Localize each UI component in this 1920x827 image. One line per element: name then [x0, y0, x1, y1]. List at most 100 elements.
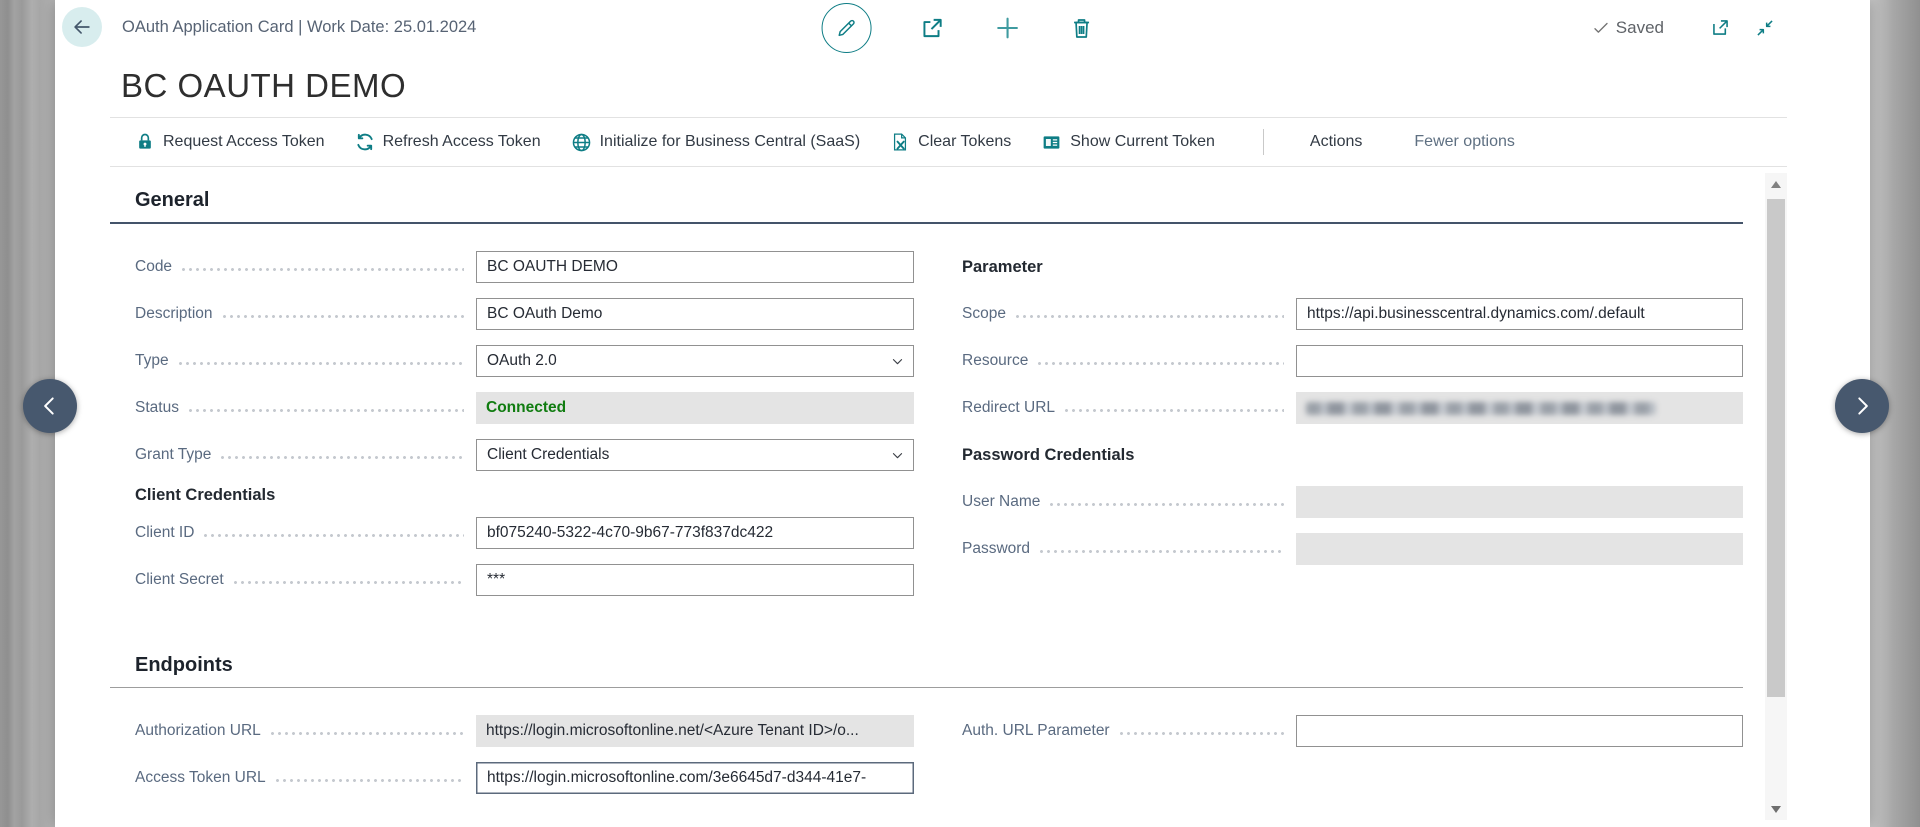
field-authorization-url: Authorization URL https://login.microsof…	[135, 715, 914, 747]
clear-tokens-action[interactable]: Clear Tokens	[890, 132, 1011, 152]
dotted-leader	[1050, 503, 1284, 506]
collapse-page-button[interactable]	[1755, 18, 1775, 38]
action-label: Initialize for Business Central (SaaS)	[600, 133, 861, 151]
scrollbar-up-arrow[interactable]	[1765, 175, 1787, 193]
type-select[interactable]: OAuth 2.0	[476, 345, 914, 377]
status-field: Connected	[476, 392, 914, 424]
user-name-label: User Name	[962, 493, 1040, 511]
back-button[interactable]	[62, 7, 102, 47]
client-secret-label: Client Secret	[135, 571, 224, 589]
field-status: Status Connected	[135, 392, 914, 424]
field-access-token-url: Access Token URL https://login.microsoft…	[135, 762, 914, 794]
field-type: Type OAuth 2.0	[135, 345, 914, 377]
dotted-leader	[189, 409, 464, 412]
dotted-leader	[1040, 550, 1284, 553]
fewer-options-button[interactable]: Fewer options	[1414, 133, 1515, 151]
auth-url-parameter-input[interactable]	[1296, 715, 1743, 747]
dotted-leader	[1065, 409, 1284, 412]
plus-icon	[993, 14, 1021, 42]
save-status-label: Saved	[1616, 18, 1664, 38]
page-title: BC OAUTH DEMO	[121, 67, 406, 105]
client-secret-input[interactable]: ***	[476, 564, 914, 596]
edit-button[interactable]	[821, 3, 871, 53]
dotted-leader	[276, 779, 464, 782]
redacted-value	[1306, 402, 1656, 415]
scrollbar-thumb[interactable]	[1767, 199, 1785, 697]
open-in-new-window-button[interactable]	[1710, 17, 1731, 38]
request-access-token-action[interactable]: Request Access Token	[135, 132, 325, 152]
action-bar: Request Access Token Refresh Access Toke…	[110, 117, 1787, 167]
field-description: Description BC OAuth Demo	[135, 298, 914, 330]
refresh-icon	[355, 132, 375, 152]
clear-document-icon	[890, 132, 910, 152]
access-token-url-input[interactable]: https://login.microsoftonline.com/3e6645…	[476, 762, 914, 794]
general-left-column: Code BC OAUTH DEMO Description BC OAuth …	[135, 251, 914, 611]
oauth-application-card: OAuth Application Card | Work Date: 25.0…	[55, 0, 1870, 827]
authorization-url-field: https://login.microsoftonline.net/<Azure…	[476, 715, 914, 747]
scope-input[interactable]: https://api.businesscentral.dynamics.com…	[1296, 298, 1743, 330]
resource-input[interactable]	[1296, 345, 1743, 377]
field-resource: Resource	[962, 345, 1743, 377]
globe-icon	[571, 132, 592, 153]
dotted-leader	[182, 268, 464, 271]
endpoints-section-header[interactable]: Endpoints	[110, 652, 1743, 688]
field-password: Password	[962, 533, 1743, 565]
chevron-down-icon	[890, 354, 905, 369]
record-toolbar	[821, 0, 1093, 55]
endpoints-right-column: Auth. URL Parameter	[962, 715, 1743, 809]
dotted-leader	[204, 534, 464, 537]
dotted-leader	[223, 315, 464, 318]
client-id-input[interactable]: bf075240-5322-4c70-9b67-773f837dc422	[476, 517, 914, 549]
field-code: Code BC OAUTH DEMO	[135, 251, 914, 283]
next-record-button[interactable]	[1835, 379, 1889, 433]
token-card-icon	[1041, 132, 1062, 153]
trash-icon	[1069, 16, 1093, 40]
share-icon	[919, 15, 945, 41]
type-select-value: OAuth 2.0	[487, 352, 557, 370]
initialize-for-saas-action[interactable]: Initialize for Business Central (SaaS)	[571, 132, 861, 153]
code-label: Code	[135, 258, 172, 276]
status-label: Status	[135, 399, 179, 417]
code-input[interactable]: BC OAUTH DEMO	[476, 251, 914, 283]
back-arrow-icon	[71, 16, 93, 38]
collapse-arrows-icon	[1755, 18, 1775, 38]
share-button[interactable]	[919, 15, 945, 41]
refresh-access-token-action[interactable]: Refresh Access Token	[355, 132, 541, 152]
grant-type-select[interactable]: Client Credentials	[476, 439, 914, 471]
save-status: Saved	[1592, 18, 1664, 38]
password-credentials-subheader: Password Credentials	[962, 439, 1743, 471]
page-content: General Code BC OAUTH DEMO Description B…	[55, 167, 1870, 826]
vertical-scrollbar[interactable]	[1765, 173, 1787, 820]
field-client-secret: Client Secret ***	[135, 564, 914, 596]
previous-record-button[interactable]	[23, 379, 77, 433]
action-label: Clear Tokens	[918, 133, 1011, 151]
delete-button[interactable]	[1069, 16, 1093, 40]
scrollbar-down-arrow[interactable]	[1765, 800, 1787, 818]
actions-menu[interactable]: Actions	[1310, 133, 1362, 151]
client-id-label: Client ID	[135, 524, 194, 542]
dotted-leader	[1120, 732, 1284, 735]
dotted-leader	[221, 456, 464, 459]
new-record-button[interactable]	[993, 14, 1021, 42]
pencil-icon	[835, 17, 857, 39]
field-client-id: Client ID bf075240-5322-4c70-9b67-773f83…	[135, 517, 914, 549]
authorization-url-label: Authorization URL	[135, 722, 261, 740]
title-row: BC OAUTH DEMO	[55, 55, 1870, 117]
description-input[interactable]: BC OAuth Demo	[476, 298, 914, 330]
redirect-url-field	[1296, 392, 1743, 424]
resource-label: Resource	[962, 352, 1028, 370]
general-section-header[interactable]: General	[110, 187, 1743, 224]
chevron-left-icon	[37, 393, 63, 419]
field-grant-type: Grant Type Client Credentials	[135, 439, 914, 471]
window-controls: Saved	[1592, 0, 1775, 55]
password-field	[1296, 533, 1743, 565]
lock-icon	[135, 132, 155, 152]
grant-type-label: Grant Type	[135, 446, 211, 464]
password-label: Password	[962, 540, 1030, 558]
field-auth-url-parameter: Auth. URL Parameter	[962, 715, 1743, 747]
page-caption: OAuth Application Card | Work Date: 25.0…	[122, 18, 476, 37]
endpoints-left-column: Authorization URL https://login.microsof…	[135, 715, 914, 809]
scope-label: Scope	[962, 305, 1006, 323]
dotted-leader	[234, 581, 464, 584]
show-current-token-action[interactable]: Show Current Token	[1041, 132, 1215, 153]
